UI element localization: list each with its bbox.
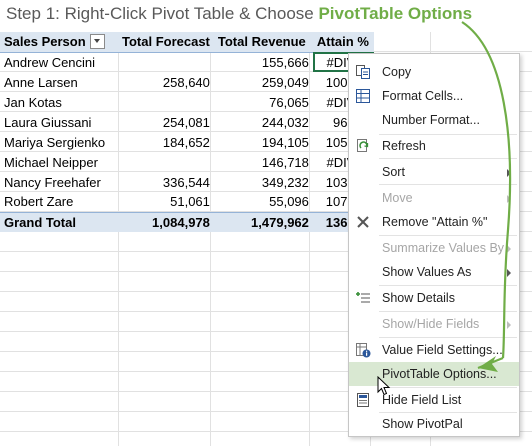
format-cells-icon — [356, 89, 370, 103]
header-sales-person[interactable]: Sales Person — [0, 32, 118, 53]
table-row: Jan Kotas 76,065 #DIV/0! — [0, 92, 374, 112]
menu-item-summarize-values-by[interactable]: Summarize Values By — [349, 236, 519, 260]
menu-item-label: Remove "Attain %" — [382, 215, 488, 229]
cell-forecast[interactable] — [118, 92, 214, 112]
cell-forecast[interactable]: 258,640 — [118, 72, 214, 92]
menu-item-copy[interactable]: Copy — [349, 60, 519, 84]
menu-item-label: Move — [382, 191, 413, 205]
menu-item-show-hide-fields[interactable]: Show/Hide Fields — [349, 312, 519, 336]
cell-revenue[interactable]: 244,032 — [214, 112, 313, 132]
menu-item-label: Show Values As — [382, 265, 472, 279]
cell-name[interactable]: Andrew Cencini — [0, 52, 118, 72]
menu-item-label: Number Format... — [382, 113, 480, 127]
menu-item-move[interactable]: Move — [349, 186, 519, 210]
header-label: Sales Person — [4, 33, 86, 49]
submenu-arrow-icon — [507, 269, 511, 277]
menu-item-label: Value Field Settings... — [382, 343, 503, 357]
filter-dropdown-icon[interactable] — [89, 33, 105, 49]
cell-revenue[interactable]: 194,105 — [214, 132, 313, 152]
caption-highlight: PivotTable Options — [318, 4, 473, 23]
pivot-header-row: Sales Person Total Forecast Total Revenu… — [0, 32, 374, 53]
cell-forecast[interactable] — [118, 152, 214, 172]
menu-item-show-details[interactable]: Show Details — [349, 286, 519, 310]
remove-x-icon — [357, 216, 369, 228]
cell-forecast[interactable]: 51,061 — [118, 192, 214, 212]
menu-item-hide-field-list[interactable]: Hide Field List — [349, 388, 519, 412]
refresh-icon — [357, 139, 369, 152]
menu-item-pivottable-options[interactable]: PivotTable Options... — [349, 362, 519, 386]
cell-name[interactable]: Robert Zare — [0, 192, 118, 212]
cell-name[interactable]: Anne Larsen — [0, 72, 118, 92]
menu-item-refresh[interactable]: Refresh — [349, 134, 519, 158]
menu-separator — [379, 158, 517, 159]
table-row: Andrew Cencini 155,666 #DIV/0! — [0, 52, 374, 72]
menu-item-show-pivotpal[interactable]: Show PivotPal — [349, 412, 519, 436]
menu-item-remove-field[interactable]: Remove "Attain %" — [349, 210, 519, 234]
menu-item-number-format[interactable]: Number Format... — [349, 108, 519, 132]
cell-name[interactable]: Michael Neipper — [0, 152, 118, 172]
menu-item-label: Show PivotPal — [382, 417, 463, 431]
cell-forecast[interactable]: 1,084,978 — [118, 211, 214, 232]
submenu-arrow-icon — [507, 245, 511, 253]
table-row: Nancy Freehafer 336,544 349,232 103.8% — [0, 172, 374, 192]
cell-name[interactable]: Jan Kotas — [0, 92, 118, 112]
cell-revenue[interactable]: 55,096 — [214, 192, 313, 212]
cell-revenue[interactable]: 76,065 — [214, 92, 313, 112]
show-details-icon — [356, 292, 370, 303]
menu-item-label: Format Cells... — [382, 89, 464, 103]
cell-revenue[interactable]: 146,718 — [214, 152, 313, 172]
cell-revenue[interactable]: 349,232 — [214, 172, 313, 192]
menu-item-label: Summarize Values By — [382, 241, 505, 255]
pivot-table[interactable]: Sales Person Total Forecast Total Revenu… — [0, 32, 374, 232]
menu-item-label: Refresh — [382, 139, 426, 153]
cell-revenue[interactable]: 259,049 — [214, 72, 313, 92]
header-attain[interactable]: Attain % — [312, 32, 374, 53]
header-total-forecast[interactable]: Total Forecast — [118, 32, 214, 53]
menu-separator — [379, 184, 517, 185]
menu-item-value-field-settings[interactable]: Value Field Settings... — [349, 338, 519, 362]
menu-item-label: PivotTable Options... — [382, 367, 497, 381]
cell-name[interactable]: Laura Giussani — [0, 112, 118, 132]
cell-revenue[interactable]: 1,479,962 — [213, 211, 313, 232]
value-field-settings-icon — [356, 343, 371, 358]
cell-forecast[interactable]: 336,544 — [118, 172, 214, 192]
menu-item-sort[interactable]: Sort — [349, 160, 519, 184]
cell-revenue[interactable]: 155,666 — [214, 52, 313, 72]
submenu-arrow-icon — [507, 195, 511, 203]
menu-item-label: Copy — [382, 65, 412, 79]
cell-forecast[interactable]: 254,081 — [118, 112, 214, 132]
grand-total-row: Grand Total 1,084,978 1,479,962 136.4% — [0, 211, 374, 232]
table-row: Robert Zare 51,061 55,096 107.9% — [0, 192, 374, 212]
table-row: Michael Neipper 146,718 #DIV/0! — [0, 152, 374, 172]
caption-text: Step 1: Right-Click Pivot Table & Choose — [6, 4, 319, 23]
table-row: Anne Larsen 258,640 259,049 100.2% — [0, 72, 374, 92]
cell-name[interactable]: Mariya Sergienko — [0, 132, 118, 152]
step-caption: Step 1: Right-Click Pivot Table & Choose… — [6, 4, 472, 24]
submenu-arrow-icon — [507, 321, 511, 329]
menu-item-label: Show/Hide Fields — [382, 317, 480, 331]
cell-name[interactable]: Nancy Freehafer — [0, 172, 118, 192]
menu-item-label: Sort — [382, 165, 405, 179]
menu-item-label: Hide Field List — [382, 393, 462, 407]
menu-item-label: Show Details — [382, 291, 455, 305]
menu-item-show-values-as[interactable]: Show Values As — [349, 260, 519, 284]
submenu-arrow-icon — [507, 169, 511, 177]
field-list-icon — [357, 393, 369, 407]
table-row: Mariya Sergienko 184,652 194,105 105.1% — [0, 132, 374, 152]
context-menu: Copy Format Cells... Number Format... Re… — [348, 53, 520, 437]
cell-forecast[interactable] — [118, 52, 214, 72]
header-total-revenue[interactable]: Total Revenue — [213, 32, 313, 53]
menu-item-format-cells[interactable]: Format Cells... — [349, 84, 519, 108]
cell-name[interactable]: Grand Total — [0, 211, 118, 232]
copy-icon — [356, 65, 370, 79]
cell-forecast[interactable]: 184,652 — [118, 132, 214, 152]
table-row: Laura Giussani 254,081 244,032 96.0% — [0, 112, 374, 132]
mouse-pointer-icon — [377, 376, 391, 396]
